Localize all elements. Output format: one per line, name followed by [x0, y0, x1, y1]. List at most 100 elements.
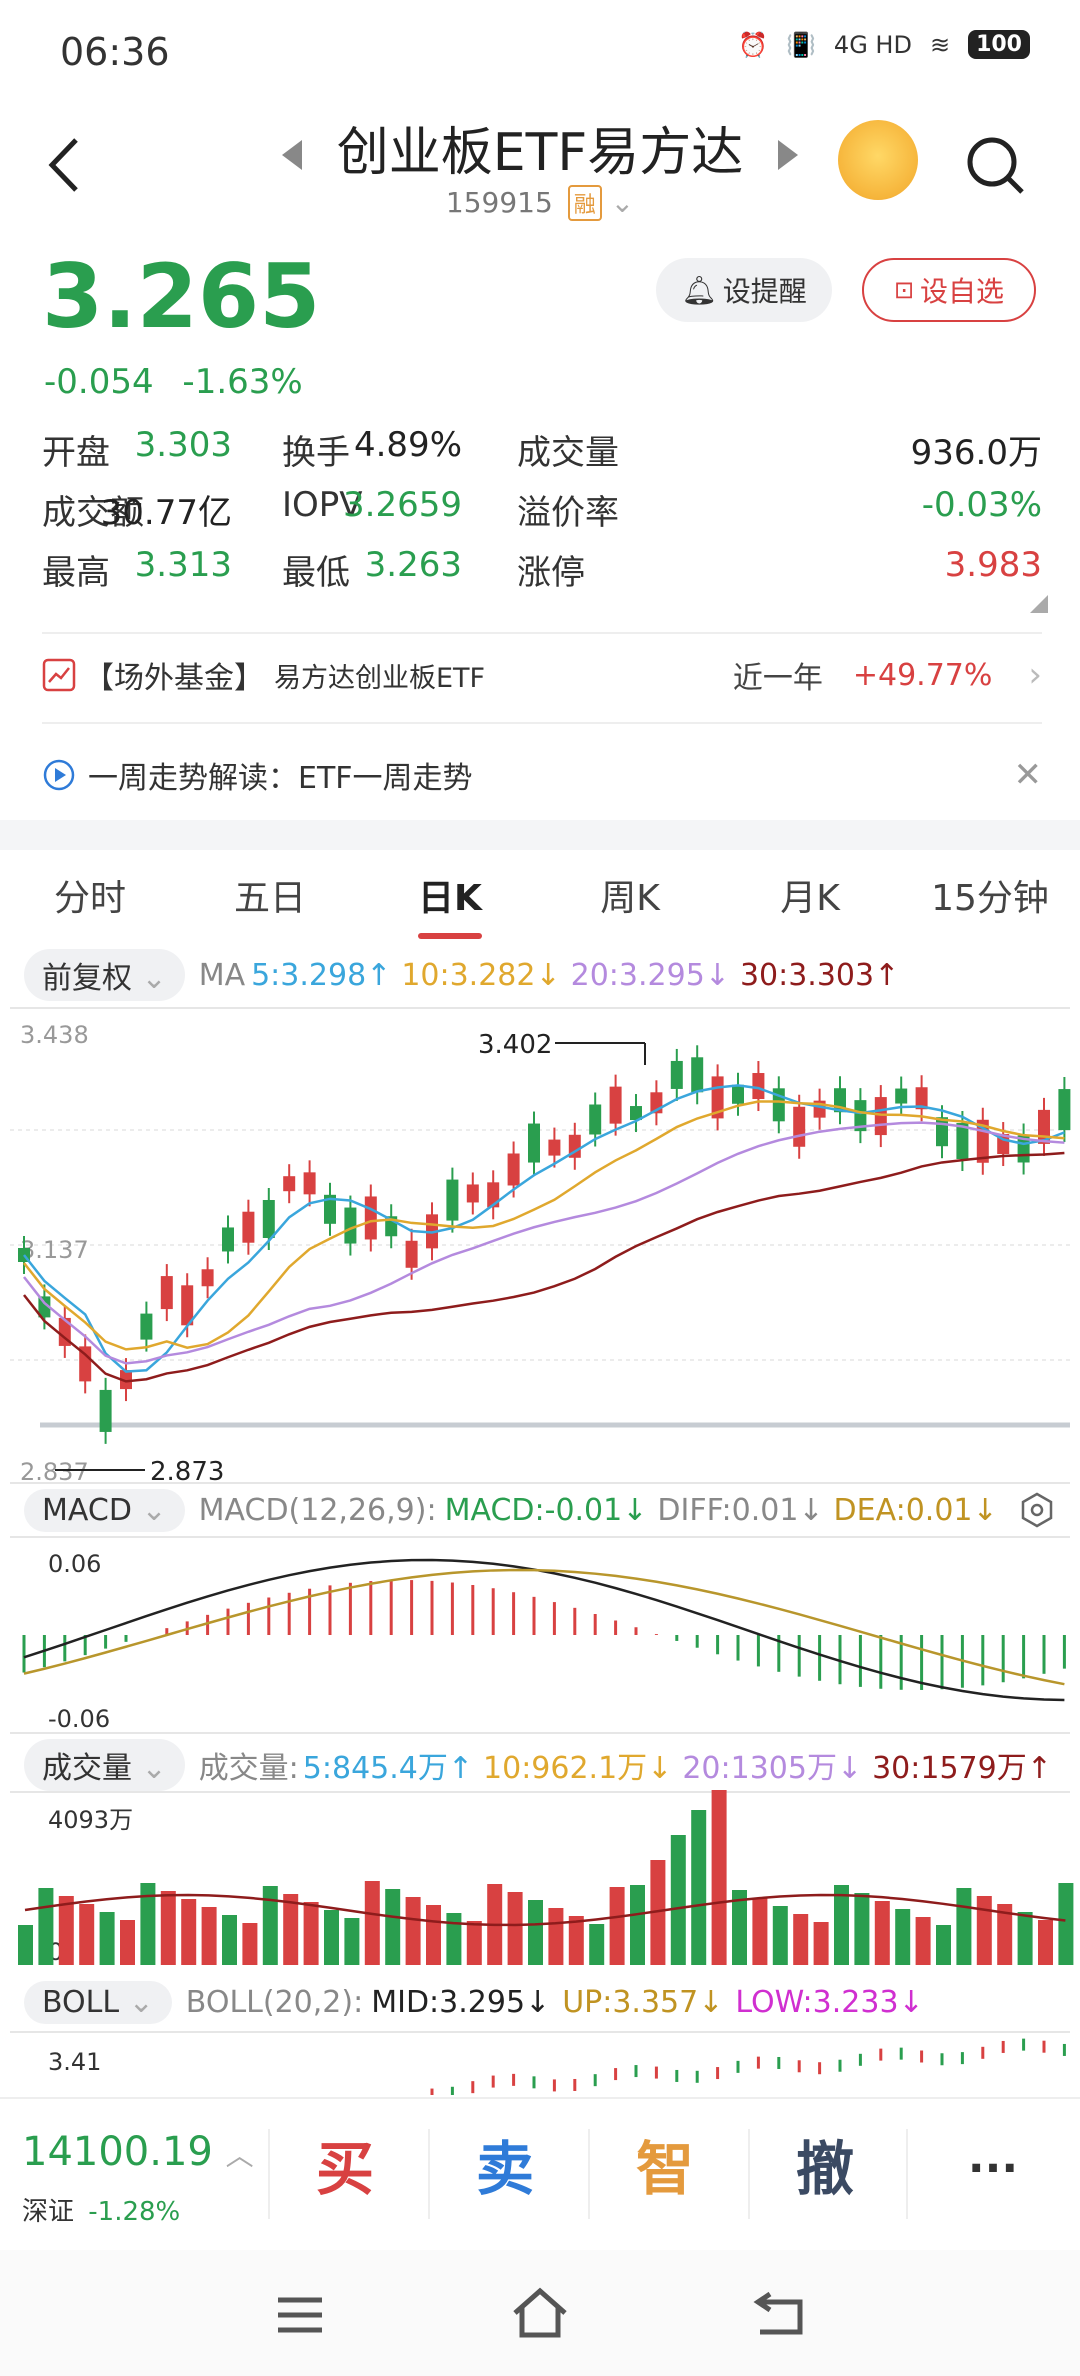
volume-bar: [772, 1906, 788, 1965]
dea-line: [23, 1568, 1065, 1686]
macd-name: MACD: [42, 1492, 132, 1528]
quote-stats: 开盘 3.303 换手 4.89% 成交量 936.0万 成交额 30.77亿 IOPV 3.26…: [42, 425, 1042, 605]
volume-bar: [201, 1907, 217, 1965]
tab-2[interactable]: 日K: [360, 869, 540, 939]
more-button[interactable]: ···: [918, 2119, 1068, 2219]
macd-legend: MACD ⌄ MACD(12,26,9): MACD:-0.01↓ DIFF:0…: [0, 1485, 1080, 1535]
volume-bar: [670, 1835, 686, 1965]
candle-body: [548, 1139, 561, 1156]
divider: [42, 722, 1042, 724]
status-icons: ⏰ 📳 4G HD ≋ 100: [738, 30, 1030, 59]
index-value: 14100.19: [22, 2129, 213, 2175]
volume-bar: [630, 1885, 645, 1965]
search-icon[interactable]: [960, 130, 1030, 200]
stat-label: 最低: [282, 553, 350, 593]
candle-body: [1058, 1089, 1071, 1131]
buy-button[interactable]: 买: [270, 2119, 420, 2219]
candle-body: [364, 1196, 377, 1240]
macd-chart[interactable]: 0.06 -0.06: [0, 1535, 1080, 1735]
weekly-insight-text: 一周走势解读：ETF一周走势: [88, 761, 473, 796]
candle-body: [507, 1153, 520, 1186]
vol10-value: 10:962.1万↓: [483, 1751, 673, 1786]
smart-button[interactable]: 智: [590, 2119, 740, 2219]
stat-value: 3.983: [944, 545, 1042, 585]
boll-chart[interactable]: 3.41: [0, 2030, 1080, 2095]
volume-bar: [568, 1916, 584, 1965]
ma5-line: [23, 1084, 1065, 1373]
menu-icon[interactable]: [270, 2290, 330, 2340]
wifi-icon: ≋: [929, 30, 951, 59]
set-alert-button[interactable]: 🔔︎ 设提醒: [656, 258, 832, 322]
candle-body: [793, 1106, 806, 1147]
price-change: -0.054 -1.63%: [44, 362, 303, 402]
volume-bar: [18, 1925, 33, 1965]
tab-1[interactable]: 五日: [180, 869, 360, 921]
candle-body: [874, 1097, 887, 1136]
volume-bar: [426, 1905, 441, 1965]
otc-fund-name: 易方达创业板ETF: [274, 662, 486, 694]
ma-prefix: MA: [198, 957, 246, 993]
adjust-dropdown[interactable]: 前复权 ⌄: [24, 949, 185, 1001]
index-ticker[interactable]: 14100.19 ︿: [22, 2129, 254, 2175]
next-stock-icon[interactable]: [778, 140, 798, 170]
stat-label: 开盘: [42, 433, 110, 473]
add-favorite-button[interactable]: ⊡ 设自选: [862, 258, 1036, 322]
set-alert-label: 设提醒: [722, 275, 807, 308]
kline-chart[interactable]: 3.438 3.137 2.837 3.402 2.873: [0, 1005, 1080, 1485]
low-label: 2.873: [150, 1457, 224, 1485]
candle-body: [732, 1084, 744, 1104]
boll-dropdown[interactable]: BOLL ⌄: [24, 1981, 172, 2024]
change-value: -0.054: [44, 362, 154, 402]
volume-bar: [79, 1904, 95, 1965]
cancel-order-button[interactable]: 撤: [750, 2119, 900, 2219]
home-icon[interactable]: [510, 2285, 570, 2340]
divider: [42, 632, 1042, 634]
volume-bar: [120, 1920, 135, 1965]
tab-0[interactable]: 分时: [0, 869, 180, 921]
stock-code-row[interactable]: 159915 融 ⌄: [0, 185, 1080, 221]
system-nav-bar: [0, 2250, 1080, 2376]
tab-5[interactable]: 15分钟: [900, 869, 1080, 921]
volume-prefix: 成交量:: [198, 1751, 299, 1786]
y-axis-bottom: 2.837: [20, 1458, 89, 1485]
stat-row: 最高 3.313 最低 3.263 涨停 3.983: [42, 545, 1042, 605]
candle-body: [222, 1227, 234, 1252]
otc-fund-row[interactable]: 【场外基金】 易方达创业板ETF 近一年 +49.77% ›: [42, 640, 1042, 710]
volume-chart[interactable]: 4093万 0: [0, 1790, 1080, 1975]
section-gap: [0, 820, 1080, 850]
candle-body: [242, 1211, 255, 1243]
mascot-icon[interactable]: [838, 120, 918, 200]
stat-value: 3.263: [364, 545, 462, 585]
boll-y-top: 3.41: [48, 2048, 101, 2076]
expand-corner-icon[interactable]: [1030, 595, 1048, 613]
ma20-line: [23, 1121, 1065, 1365]
volume-bar: [854, 1893, 870, 1965]
macd-dropdown[interactable]: MACD ⌄: [24, 1488, 185, 1532]
weekly-insight-row[interactable]: 一周走势解读：ETF一周走势 ✕: [42, 740, 1042, 810]
macd-y-bottom: -0.06: [48, 1705, 110, 1733]
period-tabs: 分时 五日 日K 周K 月K 15分钟: [0, 850, 1080, 940]
candle-body: [140, 1313, 153, 1340]
ma-legend: 前复权 ⌄ MA 5:3.298↑ 10:3.282↓ 20:3.295↓ 30…: [0, 945, 1080, 1005]
settings-icon[interactable]: [1018, 1491, 1056, 1529]
volume-bar: [548, 1908, 564, 1965]
add-favorite-label: 设自选: [920, 275, 1005, 308]
index-change: -1.28%: [88, 2197, 181, 2227]
vol30-value: 30:1579万↑: [872, 1751, 1052, 1786]
stat-label: 最高: [42, 553, 110, 593]
close-icon[interactable]: ✕: [1014, 755, 1043, 795]
separator: [906, 2129, 908, 2219]
macd-params: MACD(12,26,9):: [198, 1492, 437, 1528]
volume-bar: [324, 1910, 339, 1965]
sell-button[interactable]: 卖: [430, 2119, 580, 2219]
tab-3[interactable]: 周K: [540, 869, 720, 921]
tab-4[interactable]: 月K: [720, 869, 900, 921]
candle-body: [283, 1176, 296, 1192]
volume-bar: [181, 1899, 197, 1965]
boll-low: LOW:3.233↓: [735, 1985, 924, 2020]
volume-dropdown[interactable]: 成交量 ⌄: [24, 1739, 185, 1791]
back-nav-icon[interactable]: [750, 2288, 810, 2338]
candle-body: [466, 1184, 479, 1203]
chevron-down-icon: ⌄: [141, 961, 167, 996]
stat-value: 3.2659: [343, 485, 462, 525]
